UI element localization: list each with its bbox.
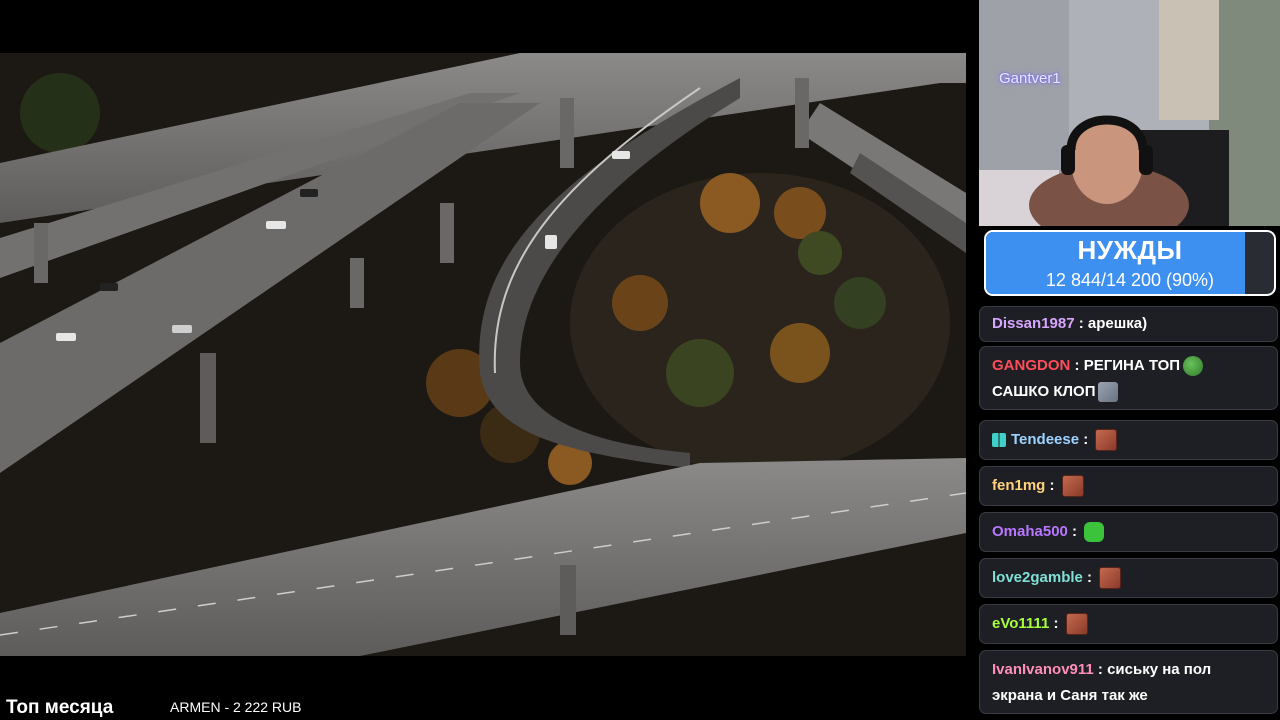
chat-username[interactable]: Tendeese <box>1011 431 1079 448</box>
chat-message: Tendeese : <box>979 420 1278 460</box>
chat-message: Omaha500 : <box>979 512 1278 552</box>
chat-username[interactable]: fen1mg <box>992 477 1045 494</box>
webcam-feed: Gantver1 <box>979 0 1280 226</box>
chat-text: РЕГИНА ТОП <box>1083 357 1181 374</box>
gray-emote-icon <box>1098 382 1119 403</box>
highway-scene-image <box>0 53 966 656</box>
chat-username[interactable]: IvanIvanov911 <box>992 661 1094 678</box>
face-emote-icon <box>1099 567 1122 590</box>
face-emote-icon <box>1065 613 1088 636</box>
chat-message: IvanIvanov911 : сиську на пол экрана и С… <box>979 650 1278 714</box>
chat-username[interactable]: Dissan1987 <box>992 315 1075 332</box>
green-emote-icon <box>1084 522 1105 543</box>
face-emote-icon <box>1095 429 1118 452</box>
chat-username[interactable]: eVo1111 <box>992 615 1049 632</box>
chat-text: арешка) <box>1087 315 1148 332</box>
chat-message: eVo1111 : <box>979 604 1278 644</box>
streamer-name-overlay: Gantver1 <box>999 70 1061 87</box>
chat-panel[interactable]: Dissan1987 : арешка) GANGDON : РЕГИНА ТО… <box>979 306 1278 720</box>
goal-progress-text: 12 844/14 200 (90%) <box>1045 270 1215 290</box>
streamer-camera-image <box>979 0 1280 226</box>
chat-message: fen1mg : <box>979 466 1278 506</box>
video-player[interactable] <box>0 53 966 656</box>
chat-text-line2: САШКО КЛОП <box>992 383 1096 400</box>
badge-icon <box>992 433 1006 448</box>
chat-message: Dissan1987 : арешка) <box>979 306 1278 342</box>
pepe-emote-icon <box>1183 356 1204 377</box>
goal-title: НУЖДЫ <box>1077 235 1183 265</box>
face-emote-icon <box>1061 475 1084 498</box>
chat-username[interactable]: GANGDON <box>992 357 1070 374</box>
chat-username[interactable]: love2gamble <box>992 569 1083 586</box>
donation-goal-widget: НУЖДЫ 12 844/14 200 (90%) <box>984 230 1276 296</box>
top-donor-text: ARMEN - 2 222 RUB <box>170 699 302 715</box>
chat-message: love2gamble : <box>979 558 1278 598</box>
chat-text-line2: экрана и Саня так же <box>992 687 1148 704</box>
top-month-label: Топ месяца <box>6 697 114 718</box>
chat-message: GANGDON : РЕГИНА ТОП САШКО КЛОП <box>979 346 1278 410</box>
chat-text: сиську на пол <box>1107 661 1212 678</box>
chat-username[interactable]: Omaha500 <box>992 523 1068 540</box>
